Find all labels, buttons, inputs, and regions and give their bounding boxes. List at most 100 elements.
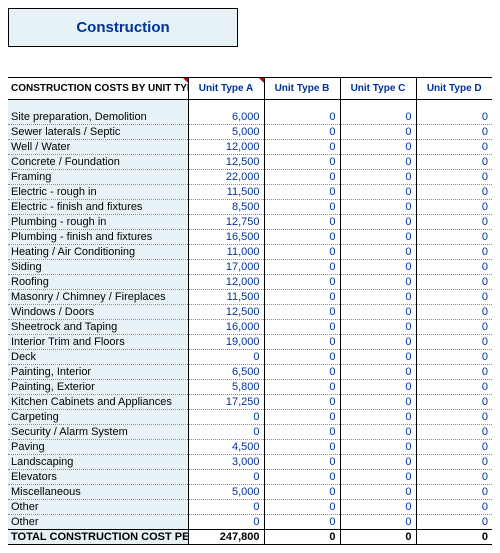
cell-value[interactable]: 0	[340, 349, 416, 364]
cell-value[interactable]: 0	[416, 334, 492, 349]
cell-value[interactable]: 0	[416, 124, 492, 139]
cell-value[interactable]: 16,000	[188, 319, 264, 334]
cell-value[interactable]: 0	[340, 110, 416, 125]
cell-value[interactable]: 0	[340, 424, 416, 439]
cell-value[interactable]: 11,000	[188, 244, 264, 259]
cell-value[interactable]: 0	[340, 154, 416, 169]
cell-value[interactable]: 0	[340, 229, 416, 244]
cell-value[interactable]: 0	[340, 244, 416, 259]
cell-value[interactable]: 0	[264, 409, 340, 424]
cell-value[interactable]: 12,000	[188, 274, 264, 289]
cell-value[interactable]: 0	[340, 184, 416, 199]
cell-value[interactable]: 0	[416, 229, 492, 244]
cell-value[interactable]: 12,000	[188, 139, 264, 154]
cell-value[interactable]: 0	[264, 334, 340, 349]
cell-value[interactable]: 0	[264, 319, 340, 334]
cell-value[interactable]: 0	[340, 469, 416, 484]
cell-value[interactable]: 0	[340, 259, 416, 274]
cell-value[interactable]: 0	[416, 304, 492, 319]
cell-value[interactable]: 0	[264, 379, 340, 394]
cell-value[interactable]: 12,750	[188, 214, 264, 229]
cell-value[interactable]: 0	[416, 139, 492, 154]
cell-value[interactable]: 0	[188, 499, 264, 514]
cell-value[interactable]: 0	[264, 424, 340, 439]
cell-value[interactable]: 0	[416, 169, 492, 184]
cell-value[interactable]: 0	[264, 214, 340, 229]
cell-value[interactable]: 0	[188, 514, 264, 529]
cell-value[interactable]: 0	[264, 199, 340, 214]
cell-value[interactable]: 0	[340, 124, 416, 139]
cell-value[interactable]: 0	[340, 514, 416, 529]
cell-value[interactable]: 0	[340, 499, 416, 514]
cell-value[interactable]: 6,000	[188, 110, 264, 125]
cell-value[interactable]: 0	[188, 424, 264, 439]
cell-value[interactable]: 0	[264, 484, 340, 499]
cell-value[interactable]: 0	[416, 499, 492, 514]
cell-value[interactable]: 0	[416, 379, 492, 394]
cell-value[interactable]: 0	[416, 349, 492, 364]
cell-value[interactable]: 0	[416, 394, 492, 409]
cell-value[interactable]: 0	[416, 199, 492, 214]
cell-value[interactable]: 0	[340, 334, 416, 349]
cell-value[interactable]: 16,500	[188, 229, 264, 244]
cell-value[interactable]: 0	[340, 409, 416, 424]
cell-value[interactable]: 0	[416, 259, 492, 274]
cell-value[interactable]: 0	[416, 469, 492, 484]
cell-value[interactable]: 0	[264, 364, 340, 379]
cell-value[interactable]: 0	[416, 214, 492, 229]
cell-value[interactable]: 0	[416, 274, 492, 289]
cell-value[interactable]: 0	[340, 199, 416, 214]
cell-value[interactable]: 0	[264, 439, 340, 454]
cell-value[interactable]: 0	[340, 139, 416, 154]
cell-value[interactable]: 0	[416, 110, 492, 125]
cell-value[interactable]: 8,500	[188, 199, 264, 214]
cell-value[interactable]: 0	[264, 289, 340, 304]
cell-value[interactable]: 0	[416, 364, 492, 379]
cell-value[interactable]: 0	[264, 229, 340, 244]
cell-value[interactable]: 0	[264, 394, 340, 409]
cell-value[interactable]: 0	[416, 424, 492, 439]
cell-value[interactable]: 0	[416, 289, 492, 304]
cell-value[interactable]: 0	[416, 514, 492, 529]
cell-value[interactable]: 0	[416, 184, 492, 199]
cell-value[interactable]: 12,500	[188, 154, 264, 169]
cell-value[interactable]: 0	[416, 454, 492, 469]
cell-value[interactable]: 0	[416, 484, 492, 499]
cell-value[interactable]: 0	[264, 274, 340, 289]
cell-value[interactable]: 5,000	[188, 124, 264, 139]
cell-value[interactable]: 6,500	[188, 364, 264, 379]
cell-value[interactable]: 0	[264, 454, 340, 469]
cell-value[interactable]: 12,500	[188, 304, 264, 319]
cell-value[interactable]: 0	[340, 394, 416, 409]
cell-value[interactable]: 0	[340, 439, 416, 454]
cell-value[interactable]: 0	[340, 214, 416, 229]
cell-value[interactable]: 0	[416, 244, 492, 259]
cell-value[interactable]: 11,500	[188, 289, 264, 304]
cell-value[interactable]: 0	[264, 110, 340, 125]
cell-value[interactable]: 0	[264, 139, 340, 154]
cell-value[interactable]: 0	[188, 409, 264, 424]
cell-value[interactable]: 17,000	[188, 259, 264, 274]
cell-value[interactable]: 17,250	[188, 394, 264, 409]
cell-value[interactable]: 0	[340, 319, 416, 334]
cell-value[interactable]: 3,000	[188, 454, 264, 469]
cell-value[interactable]: 0	[264, 244, 340, 259]
cell-value[interactable]: 11,500	[188, 184, 264, 199]
cell-value[interactable]: 0	[264, 469, 340, 484]
cell-value[interactable]: 0	[416, 319, 492, 334]
cell-value[interactable]: 0	[340, 379, 416, 394]
cell-value[interactable]: 0	[264, 259, 340, 274]
cell-value[interactable]: 0	[340, 364, 416, 379]
cell-value[interactable]: 0	[264, 349, 340, 364]
cell-value[interactable]: 0	[264, 184, 340, 199]
cell-value[interactable]: 0	[188, 469, 264, 484]
cell-value[interactable]: 0	[340, 484, 416, 499]
cell-value[interactable]: 5,000	[188, 484, 264, 499]
cell-value[interactable]: 0	[264, 304, 340, 319]
cell-value[interactable]: 0	[340, 169, 416, 184]
cell-value[interactable]: 0	[264, 169, 340, 184]
cell-value[interactable]: 5,800	[188, 379, 264, 394]
cell-value[interactable]: 19,000	[188, 334, 264, 349]
cell-value[interactable]: 0	[340, 304, 416, 319]
cell-value[interactable]: 0	[264, 514, 340, 529]
